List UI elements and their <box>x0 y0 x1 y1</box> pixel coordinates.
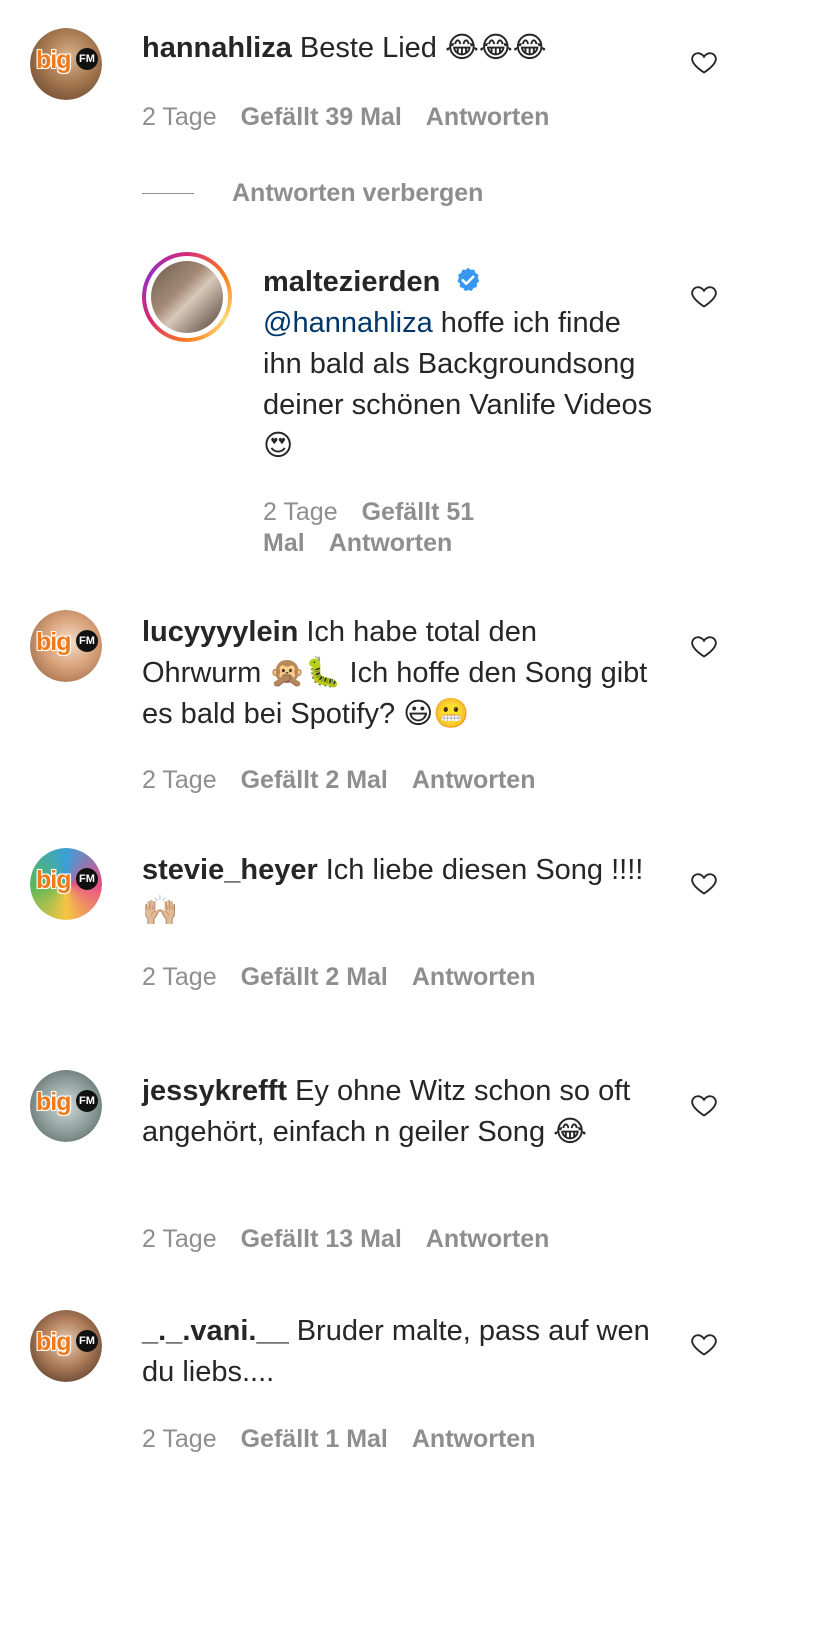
hide-replies-label: Antworten verbergen <box>232 178 484 207</box>
avatar[interactable]: big FM <box>30 28 102 100</box>
fm-badge: FM <box>76 1090 98 1112</box>
bigfm-badge: big <box>36 1088 71 1116</box>
like-heart-icon[interactable] <box>689 1091 719 1119</box>
likes-count[interactable]: Gefällt 2 Mal <box>241 963 388 991</box>
bigfm-badge: big <box>36 1328 71 1356</box>
fm-badge: FM <box>76 630 98 652</box>
username-link[interactable]: stevie_heyer <box>142 854 318 886</box>
username-link[interactable]: hannahliza <box>142 32 292 64</box>
bigfm-badge: big <box>36 46 71 74</box>
likes-count[interactable]: Gefällt 13 Mal <box>241 1225 402 1253</box>
reply-button[interactable]: Antworten <box>412 1425 536 1453</box>
comment-body: stevie_heyer Ich liebe diesen Song !!!! 🙌… <box>142 850 662 932</box>
comment-meta: 2 Tage Gefällt 13 Mal Antworten <box>142 1224 573 1255</box>
comment-body: hannahliza Beste Lied 😂😂😂 <box>142 28 662 69</box>
bigfm-badge: big <box>36 866 71 894</box>
avatar[interactable]: big FM <box>30 1070 102 1142</box>
bigfm-badge: big <box>36 628 71 656</box>
reply-button[interactable]: Antworten <box>329 529 453 557</box>
comment-body: _._.vani.__ Bruder malte, pass auf wen du… <box>142 1311 662 1393</box>
timestamp: 2 Tage <box>142 766 217 794</box>
comment-body: jessykrefft Ey ohne Witz schon so oft ang… <box>142 1071 662 1153</box>
like-heart-icon[interactable] <box>689 1330 719 1358</box>
hide-replies-button[interactable]: Antworten verbergen <box>142 176 483 210</box>
username-link[interactable]: maltezierden <box>263 266 440 298</box>
comment-meta: 2 Tage Gefällt 39 Mal Antworten <box>142 102 573 133</box>
timestamp: 2 Tage <box>263 498 338 526</box>
avatar[interactable]: big FM <box>30 1310 102 1382</box>
comment-meta: 2 Tage Gefällt 51 Mal Antworten <box>263 497 593 559</box>
reply-button[interactable]: Antworten <box>412 766 536 794</box>
comment-text: Beste Lied 😂😂😂 <box>299 32 547 64</box>
like-heart-icon[interactable] <box>689 632 719 660</box>
timestamp: 2 Tage <box>142 1225 217 1253</box>
verified-badge-icon <box>457 267 480 292</box>
avatar[interactable]: big FM <box>30 610 102 682</box>
like-heart-icon[interactable] <box>689 282 719 310</box>
timestamp: 2 Tage <box>142 103 217 131</box>
comment-meta: 2 Tage Gefällt 2 Mal Antworten <box>142 962 559 993</box>
comment-body: maltezierden @hannahliza hoffe ich finde… <box>263 262 663 467</box>
likes-count[interactable]: Gefällt 1 Mal <box>241 1425 388 1453</box>
fm-badge: FM <box>76 868 98 890</box>
username-link[interactable]: jessykrefft <box>142 1075 287 1107</box>
reply-button[interactable]: Antworten <box>426 1225 550 1253</box>
reply-button[interactable]: Antworten <box>426 103 550 131</box>
avatar[interactable]: big FM <box>30 848 102 920</box>
mention-link[interactable]: @hannahliza <box>263 307 433 339</box>
divider-line <box>142 192 194 194</box>
likes-count[interactable]: Gefällt 39 Mal <box>241 103 402 131</box>
timestamp: 2 Tage <box>142 1425 217 1453</box>
reply-button[interactable]: Antworten <box>412 963 536 991</box>
comment-body: lucyyyylein Ich habe total den Ohrwurm 🙊🐛… <box>142 612 662 735</box>
timestamp: 2 Tage <box>142 963 217 991</box>
fm-badge: FM <box>76 1330 98 1352</box>
story-avatar[interactable] <box>142 252 232 342</box>
username-link[interactable]: lucyyyylein <box>142 616 298 648</box>
likes-count[interactable]: Gefällt 2 Mal <box>241 766 388 794</box>
fm-badge: FM <box>76 48 98 70</box>
comment-meta: 2 Tage Gefällt 2 Mal Antworten <box>142 765 559 796</box>
comment-meta: 2 Tage Gefällt 1 Mal Antworten <box>142 1424 559 1455</box>
username-link[interactable]: _._.vani.__ <box>142 1315 289 1347</box>
like-heart-icon[interactable] <box>689 869 719 897</box>
like-heart-icon[interactable] <box>689 48 719 76</box>
